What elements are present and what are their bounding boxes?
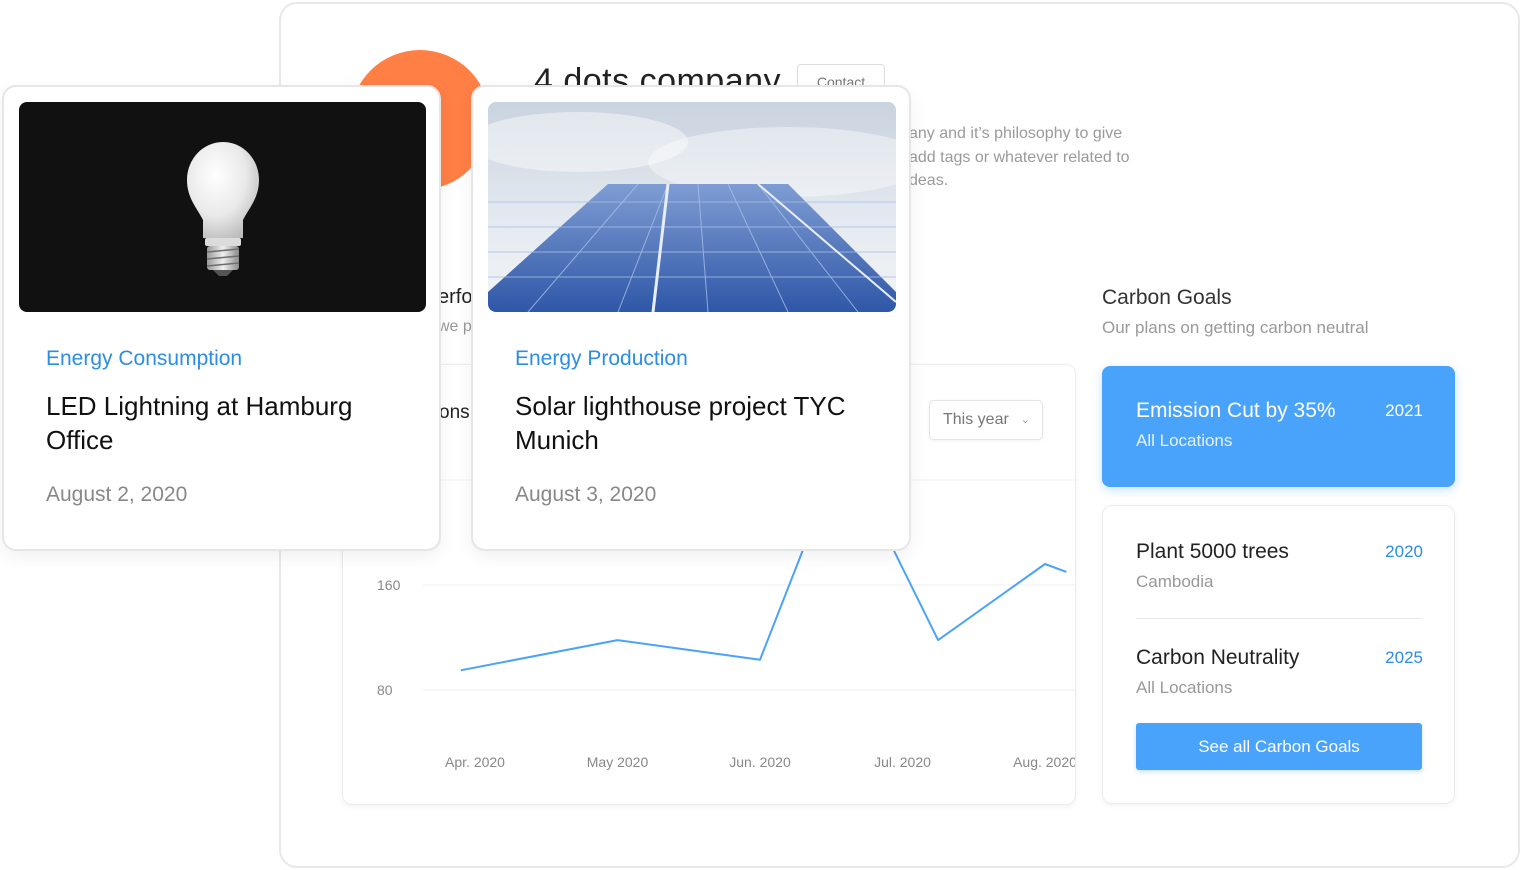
about-line: any and it’s philosophy to give (909, 125, 1123, 142)
goal-title: Carbon Neutrality (1136, 646, 1300, 669)
lightbulb-image (19, 102, 426, 312)
article-title[interactable]: LED Lightning at Hamburg Office (46, 389, 416, 457)
performance-title: erfo (438, 286, 473, 308)
stage: 4 dots company Contact any and it’s phil… (0, 0, 1522, 870)
y-tick-label: 80 (377, 682, 393, 698)
see-all-goals-button[interactable]: See all Carbon Goals (1136, 723, 1422, 770)
chart-title: ons (439, 402, 470, 423)
goal-location: All Locations (1136, 678, 1233, 697)
goal-year: 2020 (1385, 542, 1423, 561)
company-about: any and it’s philosophy to give add tags… (893, 122, 1193, 193)
x-tick-label: Apr. 2020 (445, 754, 505, 770)
article-date: August 2, 2020 (46, 483, 188, 506)
carbon-goals-subtitle: Our plans on getting carbon neutral (1102, 318, 1369, 337)
article-card[interactable]: Energy Consumption LED Lightning at Hamb… (2, 85, 441, 551)
goal-year: 2021 (1385, 401, 1423, 420)
performance-subtitle: we p (438, 318, 472, 335)
article-category[interactable]: Energy Consumption (46, 347, 242, 371)
goal-location: All Locations (1136, 431, 1233, 450)
article-date: August 3, 2020 (515, 483, 657, 506)
goal-divider (1136, 618, 1422, 619)
x-tick-label: May 2020 (587, 754, 649, 770)
goal-title: Plant 5000 trees (1136, 540, 1289, 563)
lightbulb-photo (19, 102, 426, 312)
period-select[interactable]: This year ⌄ (929, 400, 1043, 440)
solar-panel-image (488, 102, 896, 312)
x-tick-label: Jul. 2020 (874, 754, 931, 770)
y-tick-label: 160 (377, 577, 401, 593)
x-tick-label: Aug. 2020 (1013, 754, 1076, 770)
article-title[interactable]: Solar lighthouse project TYC Munich (515, 389, 885, 457)
article-card[interactable]: Energy Production Solar lighthouse proje… (471, 85, 911, 551)
goal-year: 2025 (1385, 648, 1423, 667)
solar-panel-photo (488, 102, 896, 312)
x-tick-label: Jun. 2020 (729, 754, 791, 770)
goal-location: Cambodia (1136, 572, 1214, 591)
goal-title: Emission Cut by 35% (1136, 399, 1336, 422)
period-select-value: This year (943, 411, 1009, 428)
carbon-goals-title: Carbon Goals (1102, 286, 1232, 309)
about-line: deas. (909, 172, 949, 189)
about-line: add tags or whatever related to (909, 148, 1130, 166)
article-category[interactable]: Energy Production (515, 347, 688, 371)
goals-list: Plant 5000 trees 2020 Cambodia Carbon Ne… (1102, 505, 1455, 804)
goal-highlight-card[interactable]: Emission Cut by 35% 2021 All Locations (1102, 366, 1455, 487)
chevron-down-icon: ⌄ (1020, 414, 1030, 426)
